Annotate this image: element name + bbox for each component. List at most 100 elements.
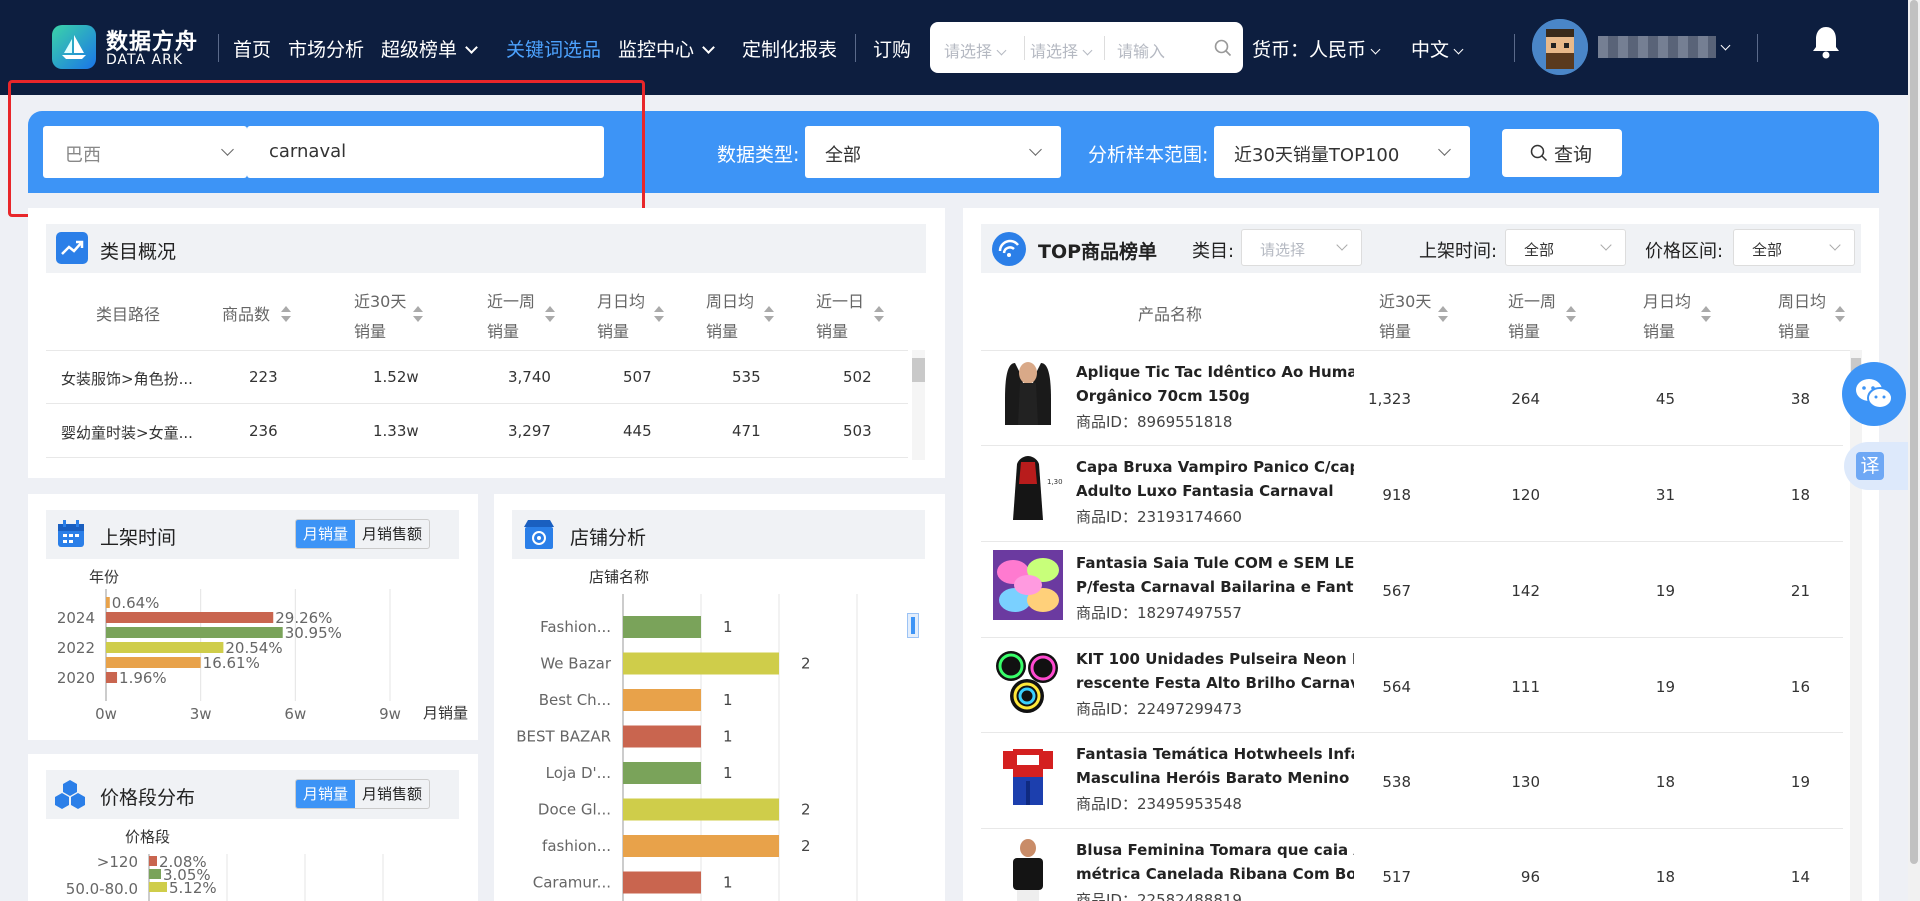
divider	[46, 350, 908, 351]
sort-icon[interactable]	[1438, 306, 1448, 324]
bell-icon[interactable]	[1810, 24, 1842, 60]
chevron-down-icon	[1029, 143, 1042, 156]
product-image[interactable]	[993, 359, 1063, 429]
logo-icon[interactable]	[52, 25, 96, 69]
y-tick-label: >120	[97, 854, 138, 871]
sample-range-select[interactable]: 近30天销量TOP100	[1214, 126, 1470, 178]
price-filter-label: 价格区间:	[1645, 241, 1724, 262]
product-image[interactable]	[993, 550, 1063, 620]
nav-monitor-center[interactable]: 监控中心	[618, 35, 715, 62]
product-image[interactable]	[993, 741, 1063, 811]
toggle-monthly-sales[interactable]: 月销量	[296, 520, 356, 548]
table-cell-path[interactable]: 婴幼童时装>女童...	[61, 422, 193, 443]
listing-time-filter-select[interactable]: 全部	[1505, 229, 1626, 266]
data-label: 2	[801, 837, 811, 855]
table-cell: 535	[732, 368, 761, 386]
top-select-1[interactable]: 请选择	[944, 38, 1007, 62]
listing-time-card: 上架时间 月销量 月销售额 年份 0w 3w 6w 9w 0.64% 29.26% 30.9…	[28, 494, 478, 740]
divider	[981, 828, 1843, 829]
y-axis-title: 店铺名称	[589, 568, 650, 586]
data-type-select[interactable]: 全部	[805, 126, 1061, 178]
col-header-week-avg-sub: 销量	[1778, 322, 1811, 341]
sort-icon[interactable]	[545, 306, 555, 324]
sort-icon[interactable]	[413, 306, 423, 324]
table-cell: 3,740	[508, 368, 551, 386]
sort-icon[interactable]	[281, 306, 291, 324]
y-tick-label: We Bazar	[540, 655, 611, 673]
table-cell: 18	[1790, 486, 1810, 504]
col-header-30d: 近30天	[1379, 292, 1432, 311]
category-filter-select[interactable]: 请选择	[1241, 229, 1362, 266]
user-avatar[interactable]	[1532, 19, 1588, 75]
x-tick-label: 6w	[284, 705, 306, 723]
y-axis-title: 年份	[89, 568, 120, 586]
scrollbar[interactable]	[1850, 350, 1862, 901]
y-tick-label: Fashion...	[540, 618, 611, 636]
product-image[interactable]	[993, 646, 1063, 716]
col-header-month-avg-sub: 销量	[597, 322, 630, 341]
bar	[623, 616, 701, 638]
y-tick-label: fashion...	[542, 837, 611, 855]
nav-market-analysis[interactable]: 市场分析	[288, 35, 364, 62]
sort-icon[interactable]	[1835, 306, 1845, 324]
scrollbar[interactable]	[912, 350, 925, 460]
sort-icon[interactable]	[874, 306, 884, 324]
col-header-week-sub: 销量	[1508, 322, 1541, 341]
nav-custom-report[interactable]: 定制化报表	[742, 35, 837, 62]
table-cell-path[interactable]: 女装服饰>角色扮...	[61, 368, 193, 389]
col-header-product-name: 产品名称	[1138, 305, 1203, 324]
toggle-monthly-revenue[interactable]: 月销售额	[355, 520, 429, 548]
card-header: 上架时间 月销量 月销售额	[46, 510, 459, 559]
page-scrollbar[interactable]	[1908, 0, 1920, 901]
table-cell: 445	[623, 422, 652, 440]
col-header-path: 类目路径	[96, 305, 161, 324]
product-name[interactable]: Aplique Tic Tac Idêntico Ao Humano Orgâni…	[1076, 360, 1354, 408]
table-cell: 19	[1655, 582, 1675, 600]
data-label: 1	[723, 764, 733, 782]
table-cell: 1,323	[1368, 390, 1411, 408]
toggle-monthly-sales[interactable]: 月销量	[296, 780, 356, 808]
nav-subscribe[interactable]: 订购	[873, 35, 911, 62]
price-filter-value: 全部	[1752, 241, 1783, 259]
table-cell: 18	[1655, 773, 1675, 791]
sort-icon[interactable]	[654, 306, 664, 324]
user-menu-toggle[interactable]	[1716, 35, 1731, 57]
divider	[981, 732, 1843, 733]
top-search-input[interactable]: 请输入	[1117, 38, 1165, 62]
product-name[interactable]: Capa Bruxa Vampiro Panico C/capuz Adulto …	[1076, 455, 1354, 503]
sort-icon[interactable]	[1566, 306, 1576, 324]
nav-keyword-selection[interactable]: 关键词选品	[506, 35, 601, 62]
product-image[interactable]	[993, 838, 1063, 901]
product-id: 商品ID：22497299473	[1076, 700, 1242, 718]
y-tick-label: 2020	[57, 669, 95, 687]
shop-analysis-card: 店铺分析 店铺名称 1 Fashion... 2 We Bazar 1 Best Ch..…	[494, 494, 945, 901]
currency-select[interactable]: 货币：人民币	[1252, 35, 1381, 62]
search-icon[interactable]	[1214, 39, 1232, 57]
price-distribution-chart: 2.08%3.05%5.12%>12050.0-80.0	[66, 854, 384, 901]
toggle-monthly-revenue[interactable]: 月销售额	[355, 780, 429, 808]
divider	[981, 445, 1843, 446]
product-name[interactable]: Fantasia Saia Tule COM e SEM LEDs P/festa…	[1076, 551, 1354, 599]
nav-home[interactable]: 首页	[233, 35, 271, 62]
product-name[interactable]: KIT 100 Unidades Pulseira Neon Fluoresce…	[1076, 647, 1354, 695]
nav-super-list[interactable]: 超级榜单	[381, 35, 478, 62]
product-name[interactable]: Fantasia Temática Hotwheels InfantilMasc…	[1076, 742, 1354, 790]
wechat-float-button[interactable]	[1842, 362, 1906, 426]
sort-icon[interactable]	[1701, 306, 1711, 324]
product-image[interactable]: 1,30	[993, 454, 1063, 524]
top-select-2[interactable]: 请选择	[1030, 38, 1093, 62]
product-name[interactable]: Blusa Feminina Tomara que caia Assimétri…	[1076, 838, 1354, 886]
chevron-down-icon	[465, 41, 478, 54]
sort-icon[interactable]	[764, 306, 774, 324]
price-distribution-card: 价格段分布 月销量 月销售额 价格段 2.08% 3.05% 5.12% >120 50…	[28, 754, 478, 901]
card-header: TOP商品榜单 类目: 请选择 上架时间: 全部 价格区间: 全部	[981, 224, 1861, 273]
price-filter-select[interactable]: 全部	[1733, 229, 1855, 266]
query-button[interactable]: 查询	[1502, 129, 1622, 177]
chart-zoom-slider[interactable]	[907, 613, 919, 638]
language-select[interactable]: 中文	[1411, 35, 1464, 62]
search-icon	[1530, 144, 1548, 162]
chevron-down-icon	[996, 45, 1007, 56]
table-cell: 223	[249, 368, 278, 386]
data-label: 1.96%	[119, 669, 167, 687]
data-label: 2	[801, 655, 811, 673]
